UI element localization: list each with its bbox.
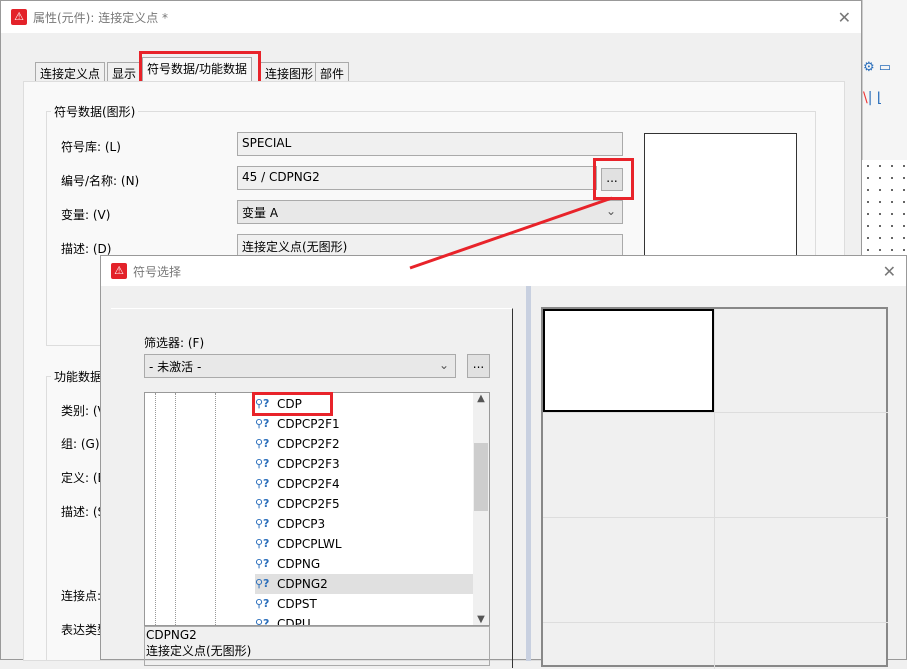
preview-grid — [541, 307, 888, 669]
tab-connection-point[interactable]: 连接定义点 — [35, 62, 106, 82]
filter-button[interactable]: ... — [467, 354, 490, 378]
symbol-group-title: 符号数据(图形) — [51, 103, 139, 120]
group-label: 组: (G) — [61, 437, 100, 451]
scroll-up-icon[interactable]: ▲ — [473, 393, 489, 404]
filter-label: 筛选器: (F) — [144, 336, 205, 350]
scroll-down-icon[interactable]: ▼ — [473, 614, 489, 625]
tab-connection-graphics[interactable]: 连接图形 — [260, 62, 319, 82]
variant-value: 变量 A — [242, 206, 279, 220]
desc-name: CDPNG2 — [146, 628, 197, 642]
chevron-down-icon: ⌄ — [605, 204, 616, 218]
unknown-symbol-icon: ⚲? — [255, 497, 270, 510]
tree-item[interactable]: ⚲? CDPCPLWL — [255, 534, 473, 554]
filter-value: - 未激活 - — [149, 360, 202, 374]
tab-display[interactable]: 显示 — [107, 62, 142, 82]
unknown-symbol-icon: ⚲? — [255, 417, 270, 430]
unknown-symbol-icon: ⚲? — [255, 577, 270, 590]
tree-item-label: CDPCP2F4 — [277, 477, 340, 491]
symbol-selection-dialog: ⚠ 符号选择 ✕ 筛选器: (F) - 未激活 - ⌄ ... ⚲? CDP ⚲? CD… — [100, 255, 907, 669]
toolbar-icon[interactable]: ⚙ ▭ — [863, 60, 891, 75]
close-icon[interactable]: ✕ — [838, 8, 851, 27]
tree-item[interactable]: ⚲? CDPST — [255, 594, 473, 614]
toolbar-icon[interactable]: \| ⌊ — [863, 90, 882, 106]
filter-select[interactable]: - 未激活 - ⌄ — [144, 354, 456, 378]
desc-text: 连接定义点(无图形) — [146, 644, 252, 658]
definition-label: 定义: (E — [61, 471, 106, 485]
unknown-symbol-icon: ⚲? — [255, 537, 270, 550]
variant-label: 变量: (V) — [61, 208, 111, 222]
library-label: 符号库: (L) — [61, 140, 121, 154]
number-name-label: 编号/名称: (N) — [61, 174, 140, 188]
sub-dialog-title: 符号选择 — [133, 264, 182, 279]
connection-points-label: 连接点: — [61, 589, 102, 603]
symbol-preview — [644, 133, 797, 257]
tree-item-label: CDPCP2F2 — [277, 437, 340, 451]
tree-item-label: CDPCP2F3 — [277, 457, 340, 471]
unknown-symbol-icon: ⚲? — [255, 457, 270, 470]
scrollbar[interactable]: ▲ ▼ — [473, 393, 489, 625]
unknown-symbol-icon: ⚲? — [255, 617, 270, 626]
highlight-browse — [593, 158, 634, 200]
library-field[interactable]: SPECIAL — [237, 132, 623, 156]
symbol-tree[interactable]: ⚲? CDP ⚲? CDPCP2F1 ⚲? CDPCP2F2 ⚲? CDPCP2F3 ⚲? CDP… — [144, 392, 490, 626]
dialog-title: 属性(元件): 连接定义点 * — [33, 10, 169, 25]
tree-item[interactable]: ⚲? CDPNG — [255, 554, 473, 574]
chevron-down-icon: ⌄ — [438, 358, 449, 372]
highlight-cdp — [252, 392, 333, 416]
preview-cell-selected[interactable] — [543, 309, 714, 412]
tree-item-label: CDPST — [277, 597, 317, 611]
unknown-symbol-icon: ⚲? — [255, 557, 270, 570]
description-box: CDPNG2 连接定义点(无图形) — [144, 626, 490, 666]
tree-item-label: CDPCPLWL — [277, 537, 342, 551]
unknown-symbol-icon: ⚲? — [255, 597, 270, 610]
sub-title-bar: ⚠ 符号选择 ✕ — [101, 256, 906, 286]
tree-item[interactable]: ⚲? CDPCP2F4 — [255, 474, 473, 494]
tree-item[interactable]: ⚲? CDPCP2F5 — [255, 494, 473, 514]
function-description-label: 描述: (S — [61, 505, 106, 519]
tree-item[interactable]: ⚲? CDPNG2 — [255, 574, 473, 594]
tree-item-label: CDPNG — [277, 557, 321, 571]
title-bar: ⚠ 属性(元件): 连接定义点 * ✕ — [1, 1, 861, 33]
unknown-symbol-icon: ⚲? — [255, 517, 270, 530]
app-warning-icon: ⚠ — [111, 263, 127, 279]
unknown-symbol-icon: ⚲? — [255, 437, 270, 450]
tree-item-label: CDPCP2F5 — [277, 497, 340, 511]
app-warning-icon: ⚠ — [11, 9, 27, 25]
function-group-title: 功能数据 — [51, 368, 106, 385]
variant-select[interactable]: 变量 A ⌄ — [237, 200, 623, 224]
tree-item[interactable]: ⚲? CDPCP2F1 — [255, 414, 473, 434]
tree-item[interactable]: ⚲? CDPCP2F3 — [255, 454, 473, 474]
unknown-symbol-icon: ⚲? — [255, 477, 270, 490]
tree-item[interactable]: ⚲? CDPCP2F2 — [255, 434, 473, 454]
scroll-thumb[interactable] — [474, 443, 488, 511]
tree-item-label: CDPCP3 — [277, 517, 326, 531]
tree-item[interactable]: ⚲? CDPCP3 — [255, 514, 473, 534]
splitter[interactable] — [526, 286, 531, 661]
tree-item[interactable]: ⚲? CDPU — [255, 614, 473, 626]
tree-item-label: CDPNG2 — [277, 577, 328, 591]
close-icon[interactable]: ✕ — [883, 262, 896, 281]
tree-item-label: CDPU — [277, 617, 311, 626]
number-name-field[interactable]: 45 / CDPNG2 — [237, 166, 597, 190]
tree-item-label: CDPCP2F1 — [277, 417, 340, 431]
tab-parts[interactable]: 部件 — [315, 62, 350, 82]
